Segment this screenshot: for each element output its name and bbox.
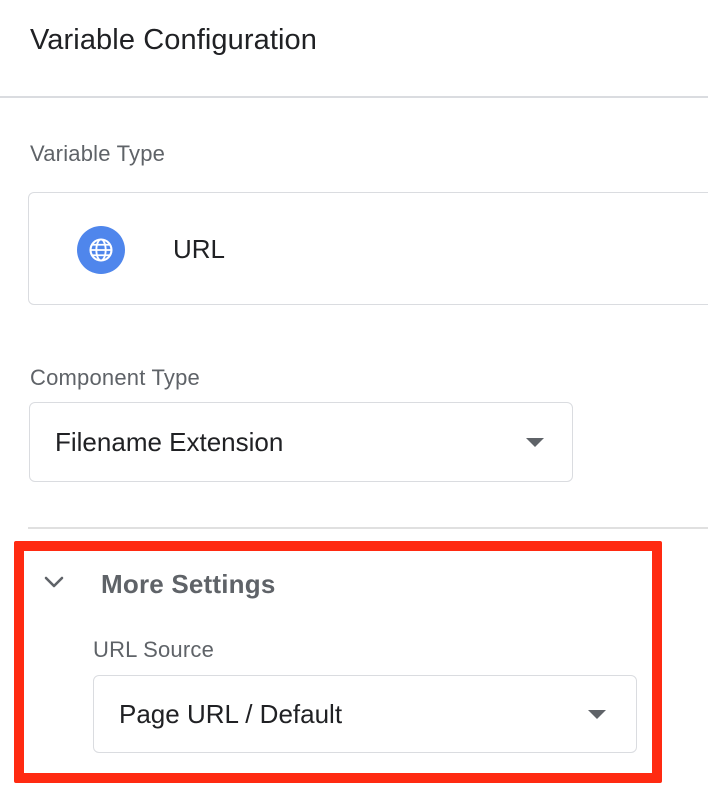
component-type-select[interactable]: Filename Extension [29,402,573,482]
panel-title: Variable Configuration [30,24,318,56]
url-source-value: Page URL / Default [119,699,343,729]
section-divider [28,527,708,529]
dropdown-arrow-icon [588,710,606,719]
more-settings-toggle[interactable]: More Settings [36,562,436,606]
component-type-label: Component Type [30,365,200,390]
globe-icon [77,226,125,274]
chevron-down-icon [44,576,64,588]
dropdown-arrow-icon [526,438,544,447]
url-source-label: URL Source [93,637,215,662]
more-settings-label: More Settings [101,569,276,599]
globe-icon-glyph [89,238,113,262]
variable-type-label: Variable Type [30,141,166,166]
title-divider [0,96,708,98]
variable-type-name: URL [173,234,226,264]
variable-type-card[interactable]: URL [28,192,708,305]
url-source-select[interactable]: Page URL / Default [93,675,637,753]
component-type-value: Filename Extension [55,427,284,457]
